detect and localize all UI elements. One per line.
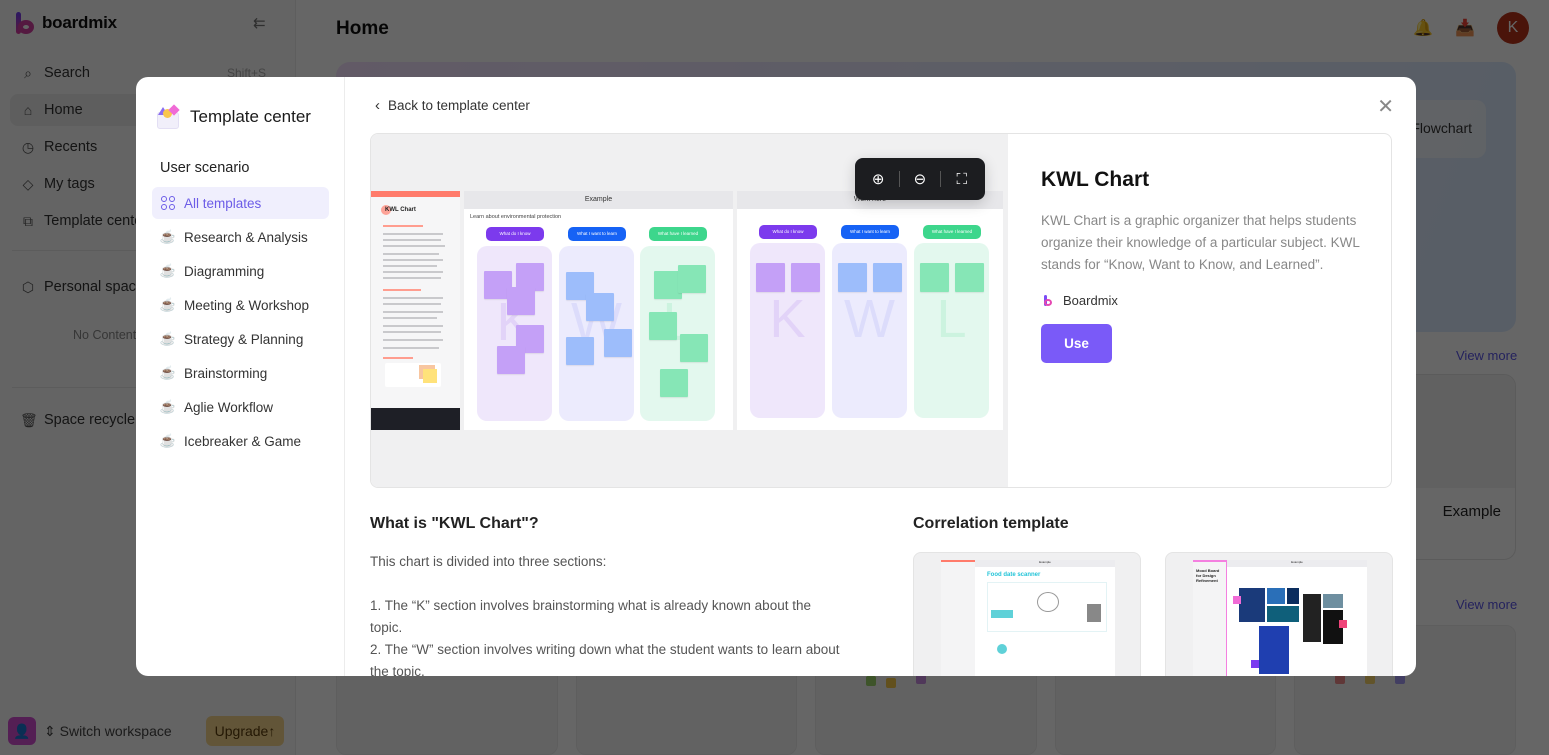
sticky-note (497, 346, 525, 374)
sticky-note (838, 263, 867, 292)
sticky-note (791, 263, 820, 292)
template-center-sidebar: Template center User scenario All templa… (136, 77, 345, 676)
chevron-left-icon: ‹ (375, 97, 380, 114)
sticky-note (586, 293, 614, 321)
fullscreen-icon[interactable]: ⛶ (948, 171, 976, 188)
toolbar-separator (898, 171, 900, 187)
template-name: KWL Chart (1041, 168, 1150, 191)
category-label: Meeting & Workshop (184, 297, 310, 313)
use-template-button[interactable]: Use (1041, 324, 1112, 363)
category-label: Aglie Workflow (184, 399, 274, 415)
about-intro: This chart is divided into three section… (370, 554, 607, 569)
template-preview-card: KWL Chart Example Learn about environmen… (370, 133, 1392, 488)
template-description: KWL Chart is a graphic organizer that he… (1041, 213, 1360, 272)
correlation-card-header: Example (1227, 560, 1367, 567)
lane-letter: W (844, 289, 895, 349)
preview-workhere-board: Work here K W L What do I know What I wa… (737, 191, 1003, 430)
template-detail-modal: Template center User scenario All templa… (136, 77, 1416, 676)
category-brainstorming[interactable]: ☕ Brainstorming (152, 357, 329, 389)
sticky-note (678, 265, 706, 293)
sticky-note (873, 263, 902, 292)
lane-header-l: What have I learned (649, 227, 707, 241)
category-label: Brainstorming (184, 365, 268, 381)
cup-icon: ☕ (159, 229, 177, 244)
cup-icon: ☕ (159, 263, 177, 278)
about-body: This chart is divided into three section… (370, 551, 840, 676)
boardmix-logo-icon (1041, 294, 1055, 308)
preview-zoom-toolbar: ⊕ ⊖ ⛶ (855, 158, 985, 200)
category-all-templates[interactable]: All templates (152, 187, 329, 219)
category-label: Strategy & Planning (184, 331, 304, 347)
lane-header-k: What do I know (759, 225, 817, 239)
user-scenario-label: User scenario (160, 160, 250, 176)
template-center-title: Template center (190, 107, 311, 126)
template-detail: ‹ Back to template center ✕ KWL Chart Ex… (345, 77, 1416, 676)
lane-header-l: What have I learned (923, 225, 981, 239)
category-meeting-workshop[interactable]: ☕ Meeting & Workshop (152, 289, 329, 321)
about-title: What is "KWL Chart"? (370, 515, 539, 532)
cup-icon: ☕ (159, 297, 177, 312)
about-point: 1. The “K” section involves brainstormin… (370, 598, 811, 635)
about-point: 2. The “W” section involves writing down… (370, 642, 840, 676)
sticky-note (680, 334, 708, 362)
correlation-card-header: Example (975, 560, 1115, 567)
sticky-note (955, 263, 984, 292)
sticky-note (604, 329, 632, 357)
correlation-title: Correlation template (913, 515, 1069, 532)
category-label: Icebreaker & Game (184, 433, 302, 449)
template-info: KWL Chart KWL Chart is a graphic organiz… (1041, 168, 1371, 363)
category-label: Research & Analysis (184, 229, 308, 245)
zoom-in-icon[interactable]: ⊕ (864, 170, 892, 188)
lane-header-w: What I want to learn (841, 225, 899, 239)
category-label: Diagramming (184, 263, 265, 279)
example-subtitle: Learn about environmental protection (470, 214, 562, 220)
template-preview[interactable]: KWL Chart Example Learn about environmen… (371, 134, 1008, 487)
cup-icon: ☕ (159, 331, 177, 346)
category-label: All templates (184, 195, 262, 211)
grid-icon (160, 195, 176, 211)
cup-icon: ☕ (159, 399, 177, 414)
close-icon[interactable]: ✕ (1377, 97, 1394, 117)
example-header: Example (464, 191, 733, 209)
preview-doc-footer (371, 408, 460, 430)
lane-letter: L (936, 289, 967, 349)
back-label: Back to template center (388, 98, 530, 113)
lane-header-w: What I want to learn (568, 227, 626, 241)
preview-example-board: Example Learn about environmental protec… (464, 191, 733, 430)
author-name: Boardmix (1063, 293, 1118, 308)
lane-letter: K (769, 289, 806, 349)
correlation-card-food-date-scanner[interactable]: Example Food date scanner (913, 552, 1141, 676)
preview-doc-column: KWL Chart (371, 191, 460, 430)
correlation-card-name: Food date scanner (987, 572, 1041, 578)
preview-doc-title: KWL Chart (385, 207, 416, 213)
category-strategy-planning[interactable]: ☕ Strategy & Planning (152, 323, 329, 355)
category-agile-workflow[interactable]: ☕ Aglie Workflow (152, 391, 329, 423)
back-to-template-center-link[interactable]: ‹ Back to template center (375, 97, 530, 114)
correlation-card-mood-board[interactable]: Mood Board for Design Refinement Example (1165, 552, 1393, 676)
lane-header-k: What do I know (486, 227, 544, 241)
sticky-note (660, 369, 688, 397)
toolbar-separator (940, 171, 942, 187)
category-icebreaker-game[interactable]: ☕ Icebreaker & Game (152, 425, 329, 457)
cup-icon: ☕ (159, 365, 177, 380)
correlation-thumbnail: Mood Board for Design Refinement Example (1193, 560, 1367, 676)
zoom-out-icon[interactable]: ⊖ (906, 170, 934, 188)
sticky-note (756, 263, 785, 292)
template-author: Boardmix (1041, 293, 1371, 308)
category-diagramming[interactable]: ☕ Diagramming (152, 255, 329, 287)
correlation-thumbnail: Example Food date scanner (941, 560, 1115, 676)
category-research-analysis[interactable]: ☕ Research & Analysis (152, 221, 329, 253)
sticky-note (507, 287, 535, 315)
correlation-card-name: Mood Board for Design Refinement (1196, 568, 1220, 583)
sticky-note (920, 263, 949, 292)
sticky-note (649, 312, 677, 340)
sticky-note (566, 337, 594, 365)
template-center-header: Template center (156, 104, 311, 129)
template-center-icon (156, 104, 180, 129)
cup-icon: ☕ (159, 433, 177, 448)
